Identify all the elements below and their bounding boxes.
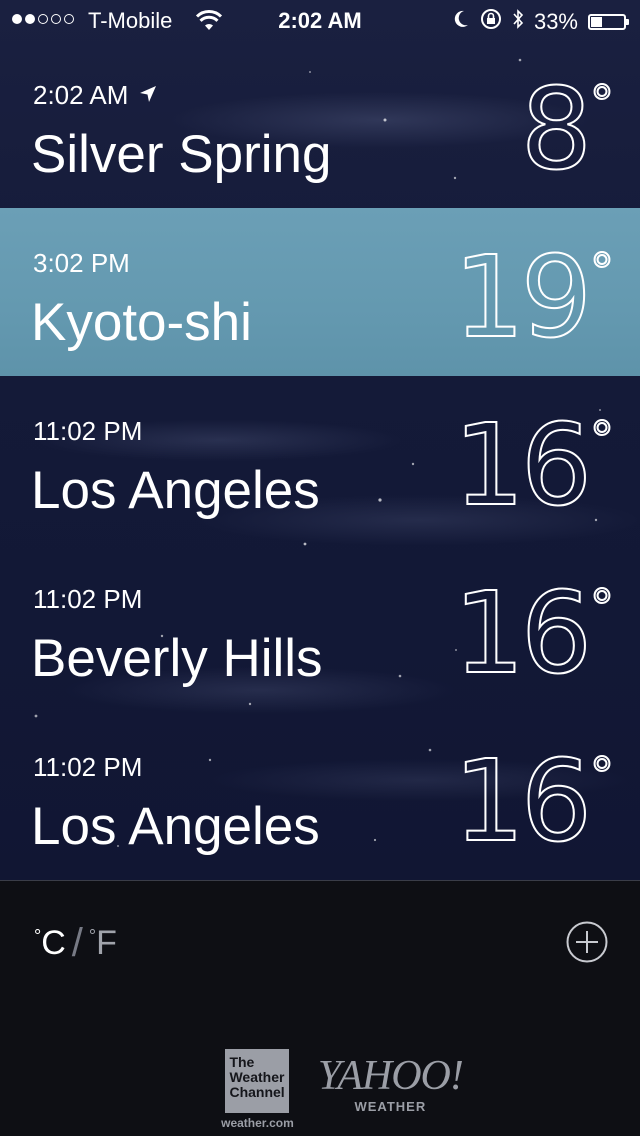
weather-channel-url: weather.com [221, 1116, 294, 1130]
city-temperature: 19° [452, 233, 615, 363]
city-local-time: 11:02 PM [33, 584, 143, 614]
city-local-time: 11:02 PM [33, 416, 143, 446]
status-right-group: 33% [454, 8, 629, 36]
city-row-kyoto-shi[interactable]: 3:02 PM Kyoto-shi 19° [0, 208, 640, 376]
city-local-time: 11:02 PM [33, 752, 143, 782]
yahoo-weather-label: WEATHER [354, 1099, 427, 1114]
city-temperature: 16° [452, 737, 615, 867]
city-name: Kyoto-shi [31, 293, 252, 352]
add-city-button[interactable] [566, 921, 608, 963]
unit-toggle[interactable]: °C / °F [34, 921, 117, 966]
city-name: Silver Spring [31, 125, 332, 184]
city-temperature: 16° [452, 401, 615, 531]
battery-percent: 33% [533, 9, 578, 34]
weather-app-screen: T-Mobile 2:02 AM 33% 2:02 AM Silver Spri… [0, 0, 640, 1136]
celsius-option[interactable]: °C [34, 924, 66, 963]
city-local-time: 3:02 PM [33, 248, 130, 278]
city-name: Beverly Hills [31, 629, 323, 688]
battery-icon [588, 14, 629, 30]
city-row-los-angeles[interactable]: 11:02 PM Los Angeles 16° [0, 376, 640, 544]
partner-logos: The Weather Channel weather.com YAHOO! W… [0, 1049, 640, 1130]
yahoo-wordmark: YAHOO! [317, 1053, 464, 1099]
city-row-silver-spring[interactable]: 2:02 AM Silver Spring 8° [0, 40, 640, 208]
yahoo-weather-logo[interactable]: YAHOO! WEATHER [317, 1053, 464, 1114]
city-local-time: 2:02 AM [33, 80, 158, 111]
city-row-beverly-hills[interactable]: 11:02 PM Beverly Hills 16° [0, 544, 640, 712]
moon-icon [454, 9, 470, 35]
weather-channel-box: The Weather Channel [225, 1049, 290, 1113]
status-bar: T-Mobile 2:02 AM 33% [0, 0, 640, 40]
city-row-los-angeles-2[interactable]: 11:02 PM Los Angeles 16° [0, 712, 640, 880]
city-temperature: 16° [452, 569, 615, 699]
location-arrow-icon [138, 80, 158, 111]
city-name: Los Angeles [31, 461, 320, 520]
weather-channel-logo[interactable]: The Weather Channel weather.com [221, 1049, 294, 1130]
plus-circle-icon [566, 921, 608, 963]
bluetooth-icon [512, 8, 524, 36]
rotation-lock-icon [480, 8, 502, 36]
fahrenheit-option[interactable]: °F [89, 924, 117, 963]
city-list: 2:02 AM Silver Spring 8° 3:02 PM Kyoto-s… [0, 40, 640, 880]
city-name: Los Angeles [31, 797, 320, 856]
footer-bar: °C / °F The Weather Channel weather.com … [0, 880, 640, 1136]
city-temperature: 8° [520, 65, 615, 195]
unit-separator: / [71, 921, 83, 965]
